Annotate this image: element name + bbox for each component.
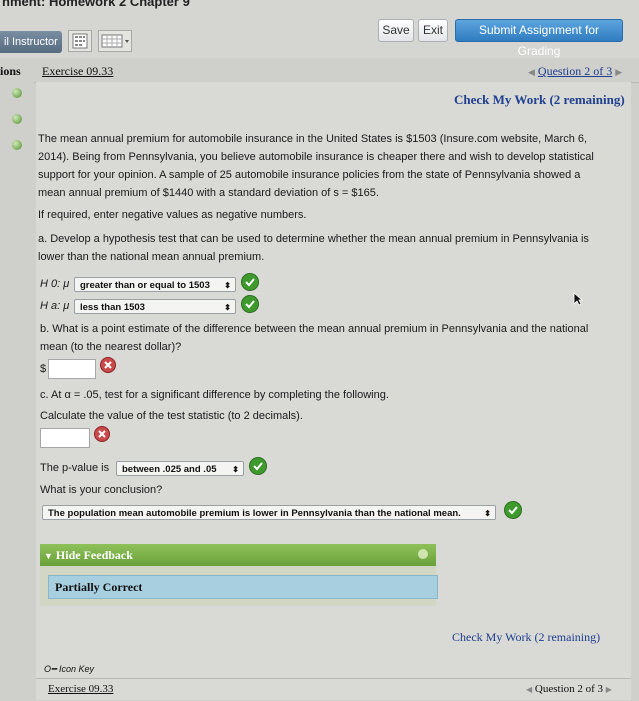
conclusion-select[interactable]: The population mean automobile premium i… xyxy=(42,505,496,520)
h0-label: H 0: μ xyxy=(40,278,70,290)
question-list xyxy=(0,82,34,700)
h0-select[interactable]: greater than or equal to 1503 ⬍ xyxy=(74,277,236,292)
question-navigator[interactable]: ◀ Question 2 of 3 ▶ xyxy=(528,64,622,79)
icon-key[interactable]: O━ Icon Key xyxy=(44,664,94,675)
question-nav-label: Question 2 of 3 xyxy=(537,64,613,78)
bottom-nav-row: Exercise 09.33 ◀ Question 2 of 3 ▶ xyxy=(36,678,631,701)
next-arrow-icon[interactable]: ▶ xyxy=(615,67,622,77)
next-arrow-icon[interactable]: ▶ xyxy=(606,685,612,694)
save-button[interactable]: Save xyxy=(378,19,414,42)
instructor-button[interactable]: il Instructor xyxy=(0,31,62,53)
select-arrow-icon: ⬍ xyxy=(224,303,231,312)
point-estimate-input[interactable] xyxy=(48,359,96,379)
question-navigator-bottom[interactable]: ◀ Question 2 of 3 ▶ xyxy=(526,683,612,695)
incorrect-cross-icon xyxy=(94,426,110,442)
correct-check-icon xyxy=(504,501,522,519)
calc-statistic-text: Calculate the value of the test statisti… xyxy=(40,410,303,422)
incorrect-cross-icon xyxy=(100,357,116,373)
top-toolbar: nment: Homework 2 Chapter 9 Save Exit Su… xyxy=(0,0,639,58)
hide-feedback-toggle[interactable]: ▼ Hide Feedback xyxy=(40,544,436,566)
correct-check-icon xyxy=(241,273,259,291)
submit-assignment-button[interactable]: Submit Assignment for Grading xyxy=(455,19,623,58)
part-a-line-2: lower than the national mean annual prem… xyxy=(38,251,265,263)
test-statistic-input[interactable] xyxy=(40,428,90,448)
key-icon: O━ xyxy=(44,664,57,674)
exercise-tab[interactable]: Exercise 09.33 xyxy=(42,64,113,79)
negative-values-note: If required, enter negative values as ne… xyxy=(38,209,307,221)
select-arrow-icon: ⬍ xyxy=(224,281,231,290)
intro-line-3: support for your opinion. A sample of 25… xyxy=(38,169,581,181)
question-nav-label-bottom: Question 2 of 3 xyxy=(534,683,604,695)
check-my-work-link-bottom[interactable]: Check My Work (2 remaining) xyxy=(452,630,600,645)
status-dot-icon xyxy=(418,549,428,559)
question-tab-row: ions Exercise 09.33 ◀ Question 2 of 3 ▶ xyxy=(0,58,639,83)
exercise-label-bottom[interactable]: Exercise 09.33 xyxy=(48,683,113,695)
icon-key-label: Icon Key xyxy=(58,664,94,674)
prev-arrow-icon[interactable]: ◀ xyxy=(528,67,535,77)
grid-tool-icon[interactable] xyxy=(98,30,132,52)
calculator-icon[interactable] xyxy=(68,30,92,52)
intro-line-4: mean annual premium of $1440 with a stan… xyxy=(38,187,379,199)
intro-line-2: 2014). Being from Pennsylvania, you beli… xyxy=(38,151,594,163)
select-arrow-icon: ⬍ xyxy=(232,465,239,474)
part-a-line-1: a. Develop a hypothesis test that can be… xyxy=(38,233,589,245)
mouse-cursor-icon xyxy=(573,292,584,311)
questions-tab[interactable]: ions xyxy=(0,64,21,79)
feedback-status: Partially Correct xyxy=(48,575,438,599)
correct-check-icon xyxy=(249,457,267,475)
question-3-status-icon[interactable] xyxy=(12,140,22,150)
pvalue-select[interactable]: between .025 and .05 ⬍ xyxy=(116,461,244,476)
question-1-status-icon[interactable] xyxy=(12,88,22,98)
correct-check-icon xyxy=(241,295,259,313)
select-arrow-icon: ⬍ xyxy=(484,509,491,518)
intro-line-1: The mean annual premium for automobile i… xyxy=(38,133,588,145)
hide-feedback-label: Hide Feedback xyxy=(55,548,133,562)
ha-select[interactable]: less than 1503 ⬍ xyxy=(74,299,236,314)
part-b-line-1: b. What is a point estimate of the diffe… xyxy=(40,323,589,335)
assignment-title: nment: Homework 2 Chapter 9 xyxy=(2,0,190,9)
exit-button[interactable]: Exit xyxy=(418,19,448,42)
pvalue-label: The p-value is xyxy=(40,462,110,474)
question-2-status-icon[interactable] xyxy=(12,114,22,124)
part-b-line-2: mean (to the nearest dollar)? xyxy=(40,341,182,353)
dollar-sign: $ xyxy=(40,363,47,375)
conclusion-question: What is your conclusion? xyxy=(40,484,163,496)
check-my-work-link[interactable]: Check My Work (2 remaining) xyxy=(454,92,625,108)
triangle-down-icon: ▼ xyxy=(44,551,53,561)
question-panel: Check My Work (2 remaining) The mean ann… xyxy=(36,82,631,700)
prev-arrow-icon[interactable]: ◀ xyxy=(526,685,532,694)
part-c-text: c. At α = .05, test for a significant di… xyxy=(40,389,389,401)
ha-label: H a: μ xyxy=(40,300,70,312)
